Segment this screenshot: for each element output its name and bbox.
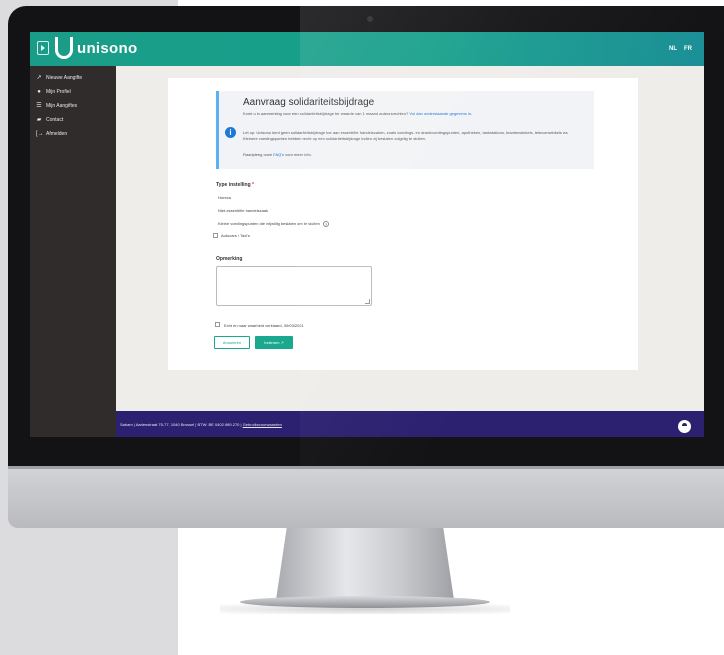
remark-label: Opmerking xyxy=(216,256,243,262)
consent-label: Echt en naar waarheid verklaard, 30/03/2… xyxy=(224,323,304,328)
option-horeca[interactable]: Horeca xyxy=(218,195,231,200)
monitor-stand-foot xyxy=(240,596,490,608)
option-non-essential[interactable]: Niet-essentiële handelszaak xyxy=(218,208,268,213)
chat-support-icon[interactable] xyxy=(678,420,691,433)
sidebar-item-label: Mijn Profiel xyxy=(46,89,71,95)
monitor-screen: unisono NL FR ↗ Nieuwe Aangifte ● Mijn P… xyxy=(30,32,704,437)
monitor-stand-neck xyxy=(276,528,454,600)
faq-suffix: voor meer info. xyxy=(285,152,312,157)
top-bar: unisono NL FR xyxy=(30,32,704,66)
info-notice: Let op: Unisono kent geen solidariteitsb… xyxy=(243,130,569,141)
footer-address: Sabam | Aarlenstraat 75-77, 1040 Brussel… xyxy=(120,422,242,427)
unisono-logo-icon xyxy=(55,37,73,59)
help-icon[interactable]: ? xyxy=(322,221,329,227)
required-mark: * xyxy=(252,182,254,188)
sidebar-item-contact[interactable]: ▰ Contact xyxy=(36,115,64,125)
footer-bar: Sabam | Aarlenstraat 75-77, 1040 Brussel… xyxy=(116,411,704,437)
info-faq-line: Raadpleeg onze FAQ's voor meer info. xyxy=(243,152,312,157)
sidebar-item-label: Afmelden xyxy=(46,131,68,137)
menu-toggle-icon[interactable] xyxy=(37,41,49,55)
faq-prefix: Raadpleeg onze xyxy=(243,152,273,157)
main-content: i Aanvraag solidariteitsbijdrage Komt u … xyxy=(116,66,704,411)
monitor-chin xyxy=(8,466,724,528)
info-intro: Komt u in aanmerking voor een solidarite… xyxy=(243,111,472,116)
page-title: Aanvraag solidariteitsbijdrage xyxy=(243,97,375,108)
sidebar-item-new-declaration[interactable]: ↗ Nieuwe Aangifte xyxy=(36,73,82,83)
type-label: Type instelling * xyxy=(216,182,254,188)
sidebar-item-label: Contact xyxy=(46,117,64,123)
option-small-food[interactable]: Kleine voedingspunten die vrijwillig bes… xyxy=(218,221,329,227)
info-icon: i xyxy=(225,127,236,138)
remark-textarea[interactable] xyxy=(216,266,372,306)
logout-icon: [→ xyxy=(36,131,44,137)
type-label-text: Type instelling xyxy=(216,182,251,188)
sidebar-item-logout[interactable]: [→ Afmelden xyxy=(36,129,67,139)
form-card: i Aanvraag solidariteitsbijdrage Komt u … xyxy=(168,78,638,370)
webcam xyxy=(367,16,373,22)
sidebar-item-profile[interactable]: ● Mijn Profiel xyxy=(36,87,71,97)
list-icon: ☰ xyxy=(36,103,42,109)
option-taxi[interactable]: Autocars / Taxi's xyxy=(221,233,250,238)
user-icon: ● xyxy=(37,89,41,95)
consent-checkbox[interactable] xyxy=(215,322,220,327)
monitor-chin-edge xyxy=(8,466,724,469)
info-intro-text: Komt u in aanmerking voor een solidarite… xyxy=(243,111,409,116)
option-small-food-label: Kleine voedingspunten die vrijwillig bes… xyxy=(218,221,320,227)
footer-text: Sabam | Aarlenstraat 75-77, 1040 Brussel… xyxy=(120,422,282,427)
sidebar-item-label: Mijn Aangiftes xyxy=(46,103,78,109)
info-banner: i Aanvraag solidariteitsbijdrage Komt u … xyxy=(216,91,594,169)
option-taxi-checkbox[interactable] xyxy=(213,233,218,238)
chat-icon: ▰ xyxy=(36,117,42,123)
cancel-button[interactable]: Annuleren xyxy=(214,336,250,349)
rocket-icon: ↗ xyxy=(36,75,42,81)
submit-button[interactable]: Indienen ↗ xyxy=(255,336,293,349)
lang-nl-link[interactable]: NL xyxy=(669,46,677,52)
sidebar-item-label: Nieuwe Aangifte xyxy=(46,75,83,81)
sidebar: ↗ Nieuwe Aangifte ● Mijn Profiel ☰ Mijn … xyxy=(30,66,116,437)
app-logo-text: unisono xyxy=(77,40,138,57)
lang-fr-link[interactable]: FR xyxy=(684,46,692,52)
info-intro-highlight: Vul dan onderstaande gegevens in. xyxy=(409,111,473,116)
faq-link[interactable]: FAQ's xyxy=(273,152,284,157)
sidebar-item-declarations[interactable]: ☰ Mijn Aangiftes xyxy=(36,101,77,111)
terms-link[interactable]: Gebruiksvoorwaarden xyxy=(243,422,282,427)
